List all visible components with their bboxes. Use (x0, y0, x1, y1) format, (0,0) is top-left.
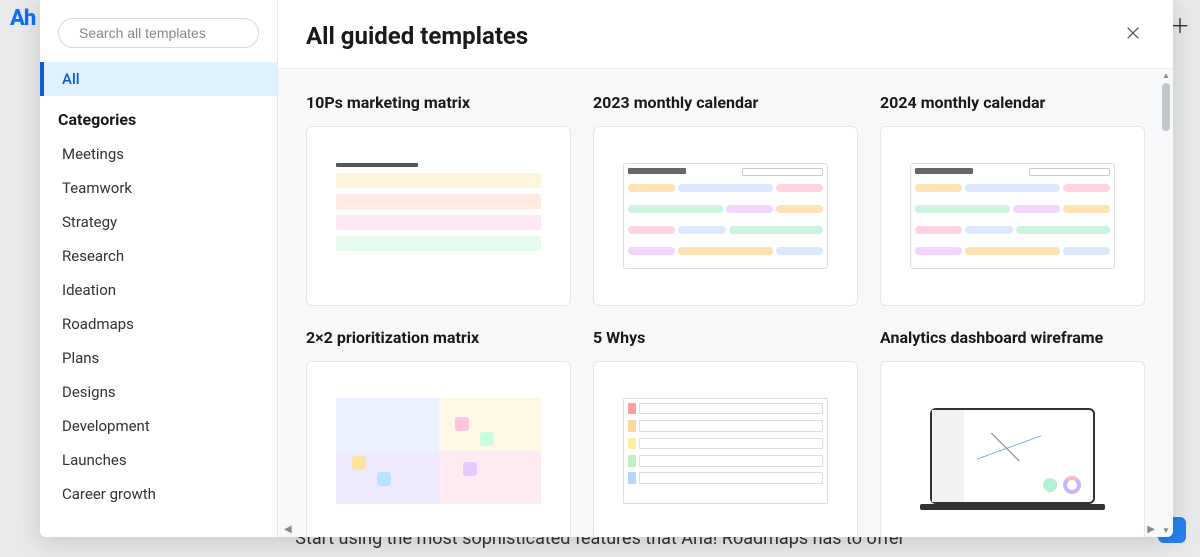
template-card: Analytics dashboard wireframe (880, 328, 1145, 537)
template-card-preview[interactable] (593, 361, 858, 537)
template-card-preview[interactable] (880, 126, 1145, 306)
search-field[interactable] (58, 18, 259, 48)
templates-scroll-area[interactable]: 10Ps marketing matrix 2023 monthly calend… (278, 68, 1173, 537)
sidebar-item-all[interactable]: All (40, 62, 277, 96)
page-title: All guided templates (306, 22, 528, 50)
category-nav: All Categories MeetingsTeamworkStrategyR… (40, 62, 277, 511)
sidebar-item-development[interactable]: Development (40, 409, 277, 443)
sidebar-item-launches[interactable]: Launches (40, 443, 277, 477)
template-card: 2×2 prioritization matrix (306, 328, 571, 537)
templates-grid: 10Ps marketing matrix 2023 monthly calend… (306, 93, 1145, 537)
vertical-scrollbar[interactable]: ▲ ▼ (1161, 73, 1171, 533)
scroll-down-arrow[interactable]: ▼ (1162, 526, 1170, 535)
template-card-title: 2024 monthly calendar (880, 93, 1145, 112)
sidebar-item-plans[interactable]: Plans (40, 341, 277, 375)
sidebar-item-roadmaps[interactable]: Roadmaps (40, 307, 277, 341)
template-card: 10Ps marketing matrix (306, 93, 571, 306)
templates-main: All guided templates 10Ps marketing matr… (278, 0, 1173, 537)
sidebar-item-teamwork[interactable]: Teamwork (40, 171, 277, 205)
close-icon (1125, 25, 1141, 41)
templates-sidebar: All Categories MeetingsTeamworkStrategyR… (40, 0, 278, 537)
categories-heading: Categories (40, 96, 277, 137)
scroll-up-arrow[interactable]: ▲ (1162, 71, 1170, 80)
template-card: 2024 monthly calendar (880, 93, 1145, 306)
sidebar-item-designs[interactable]: Designs (40, 375, 277, 409)
scrollbar-thumb[interactable] (1162, 83, 1170, 131)
template-card-title: 2023 monthly calendar (593, 93, 858, 112)
app-logo: Ah (10, 6, 35, 31)
scroll-left-arrow[interactable]: ◀ (284, 524, 292, 535)
template-card-preview[interactable] (593, 126, 858, 306)
template-card-title: 10Ps marketing matrix (306, 93, 571, 112)
sidebar-item-career-growth[interactable]: Career growth (40, 477, 277, 511)
template-card-preview[interactable] (880, 361, 1145, 537)
template-card-title: 2×2 prioritization matrix (306, 328, 571, 347)
sidebar-item-ideation[interactable]: Ideation (40, 273, 277, 307)
sidebar-item-meetings[interactable]: Meetings (40, 137, 277, 171)
template-card-preview[interactable] (306, 126, 571, 306)
new-tab-button[interactable]: ＋ (1170, 10, 1190, 39)
close-button[interactable] (1121, 22, 1145, 48)
scroll-right-arrow[interactable]: ▶ (1147, 524, 1155, 535)
templates-modal: All Categories MeetingsTeamworkStrategyR… (40, 0, 1173, 537)
template-card: 5 Whys (593, 328, 858, 537)
template-card-title: Analytics dashboard wireframe (880, 328, 1145, 347)
sidebar-item-research[interactable]: Research (40, 239, 277, 273)
template-card: 2023 monthly calendar (593, 93, 858, 306)
search-input[interactable] (77, 24, 262, 42)
template-card-preview[interactable] (306, 361, 571, 537)
template-card-title: 5 Whys (593, 328, 858, 347)
sidebar-item-strategy[interactable]: Strategy (40, 205, 277, 239)
